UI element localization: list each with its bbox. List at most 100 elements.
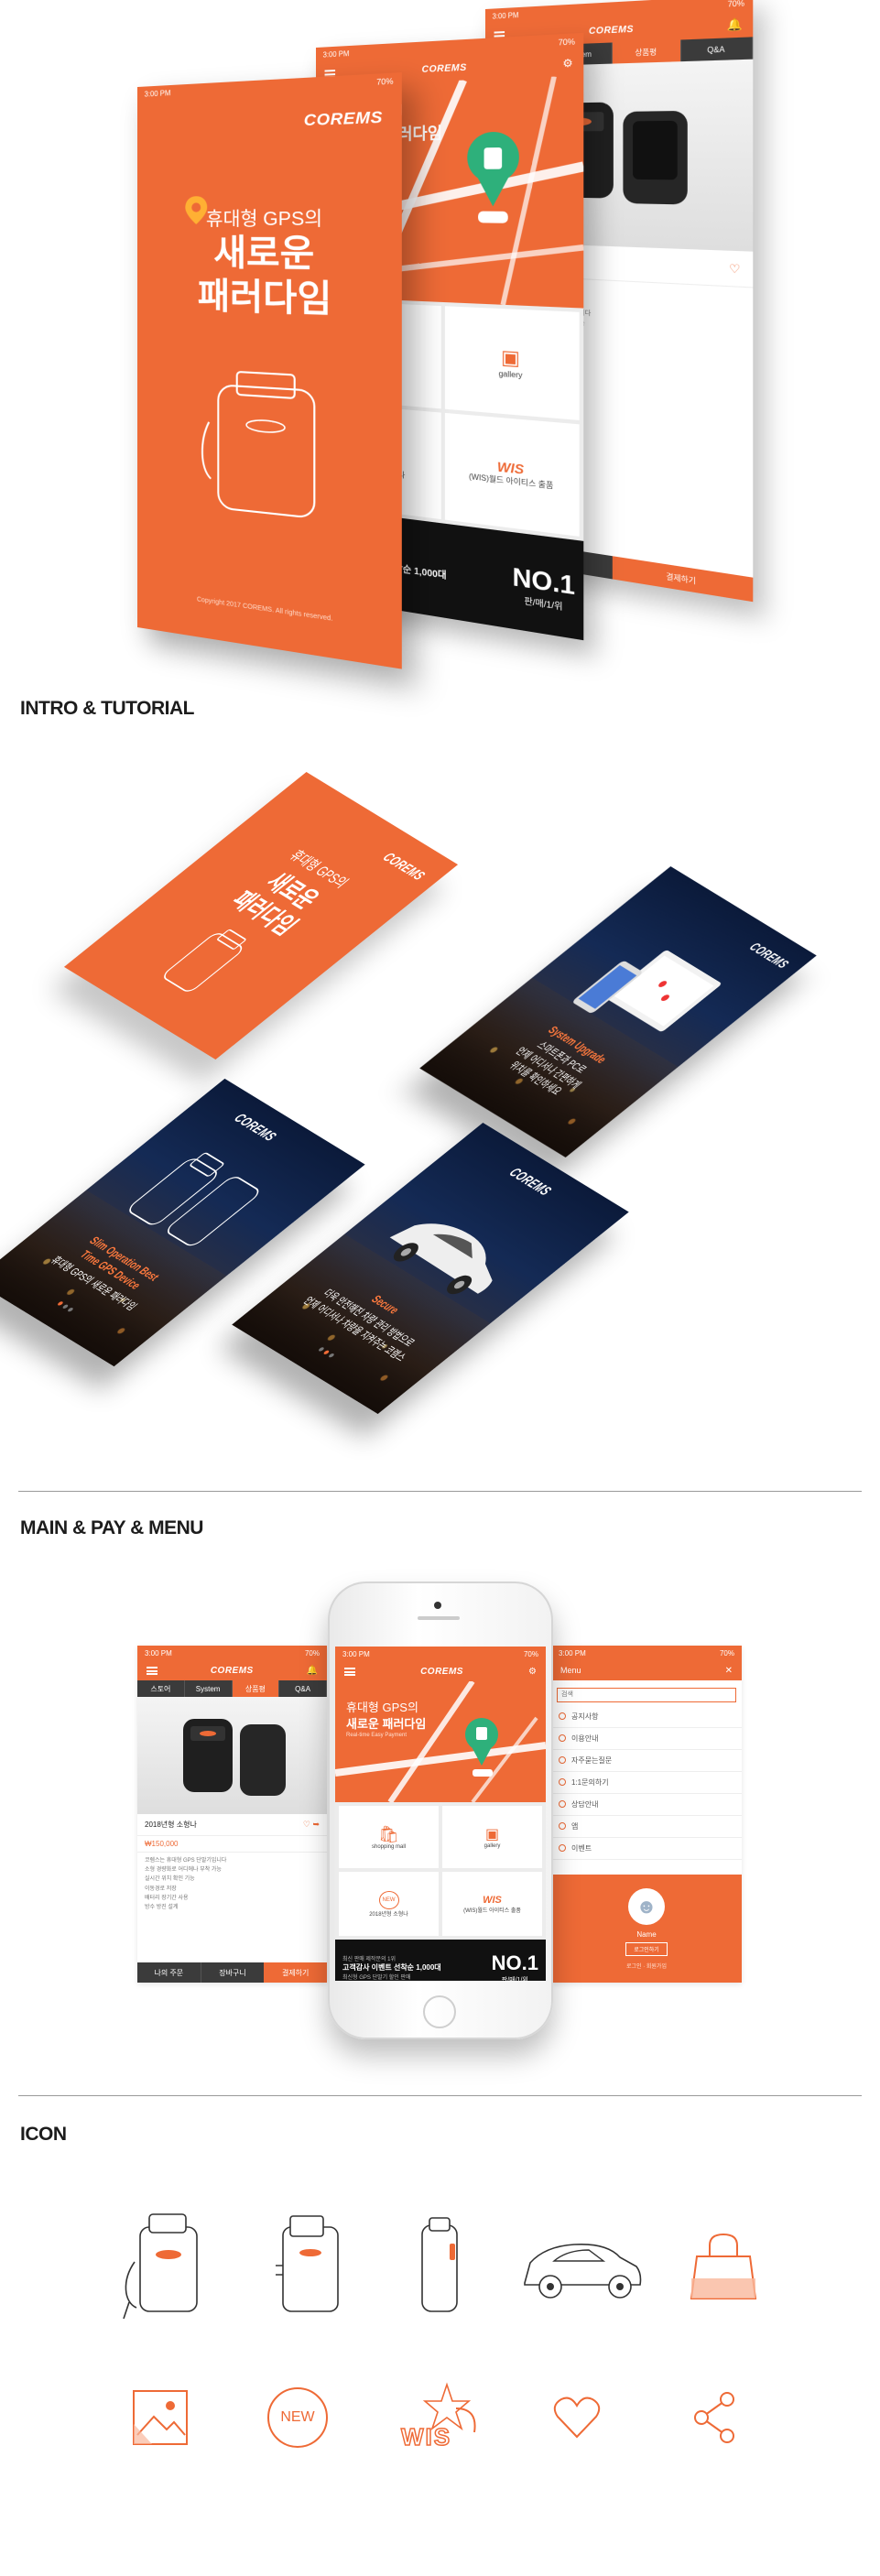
section-divider [18,1491,862,1492]
heart-icon[interactable]: ♡ [729,261,740,276]
brand-logo: COREMS [230,1110,281,1144]
menu-grid: 🛍 shopping mall ▣ gallery NEW 2018년형 소형나… [335,1802,546,1940]
battery-text: 70% [304,1648,320,1658]
bell-icon[interactable]: 🔔 [307,1666,318,1676]
gear-icon[interactable]: ⚙ [562,56,572,70]
tile-wis[interactable]: WIS (WIS)월드 아이티스 출품 [442,1872,542,1936]
time-text: 3:00 PM [322,49,350,60]
pay-product-screen: 3:00 PM 70% COREMS 🔔 스토어 System 상품평 Q&A … [137,1646,327,1983]
tile-label: 2018년형 소형나 [369,1911,408,1918]
status-bar: 3:00 PM 70% [551,1646,742,1660]
menu-bullet-icon [559,1756,566,1764]
gear-icon[interactable]: ⚙ [528,1667,537,1677]
time-text: 3:00 PM [342,1649,370,1658]
hamburger-icon[interactable] [147,1666,158,1675]
checkout-button[interactable]: 결제하기 [264,1962,327,1983]
wis-icon: WIS [394,2376,485,2459]
section-divider [18,2095,862,2096]
brand-logo: COREMS [588,23,635,37]
hero-tag: Real-time Easy Payment [346,1733,407,1738]
menu-bar: Menu ✕ [551,1660,742,1680]
tab-qna[interactable]: Q&A [279,1680,327,1697]
menu-footer[interactable]: 로그인 · 회원가입 [626,1962,667,1970]
car-icon [513,2198,650,2335]
menu-item[interactable]: 이용안내 [551,1727,742,1750]
product-price: ₩150,000 [145,1840,179,1848]
iphone-frame: 3:00 PM 70% COREMS ⚙ 휴대형 GPS의 새로운 패러다임 R… [328,1581,553,2039]
section-title-intro: INTRO & TUTORIAL [20,698,194,719]
tab-review[interactable]: 상품평 [232,1680,280,1697]
main-screen: 3:00 PM 70% COREMS ⚙ 휴대형 GPS의 새로운 패러다임 R… [335,1647,546,1981]
hamburger-icon[interactable] [344,1667,355,1676]
brand-logo: COREMS [379,849,429,884]
menu-item-label: 이용안내 [571,1734,599,1743]
menu-item-label: 앱 [571,1821,579,1831]
close-icon[interactable]: ✕ [725,1666,733,1676]
product-action-bar: 나의 주문 장바구니 결제하기 [137,1962,327,1983]
search-input[interactable] [557,1687,736,1702]
menu-item[interactable]: 상담안내 [551,1793,742,1816]
menu-item[interactable]: 앱 [551,1815,742,1838]
copyright-text: Copyright 2017 COREMS. All rights reserv… [196,596,333,623]
menu-item[interactable]: 1:1문의하기 [551,1771,742,1794]
product-image [137,1697,327,1814]
status-bar: 3:00 PM 70% [137,1646,327,1660]
status-bar: 3:00 PM 70% [137,72,402,102]
speaker [418,1616,460,1620]
desc-line: 소형 경량화로 어디에나 부착 가능 [145,1867,222,1874]
bag-icon: 🛍 [378,1824,399,1843]
new-badge-label: NEW [267,2387,328,2448]
camera [434,1602,441,1609]
tile-gallery[interactable]: ▣ gallery [444,306,580,420]
tile-label: (WIS)월드 아이티스 출품 [463,1908,521,1914]
product-title: 2018년형 소형나 [145,1821,197,1829]
avatar: ☻ [628,1887,665,1925]
menu-bullet-icon [559,1800,566,1808]
splash-line2: 새로운 [213,234,315,276]
menu-item-label: 이벤트 [571,1843,592,1853]
user-icon: ☻ [636,1894,657,1918]
promo-banner[interactable]: 최신 판매 제작문의 1위 고객감사 이벤트 선착순 1,000대 최신형 GP… [335,1940,546,1981]
picture-icon: ▣ [484,1827,500,1842]
time-text: 3:00 PM [492,10,519,21]
my-order-button[interactable]: 나의 주문 [137,1962,201,1983]
share-icon [682,2383,746,2452]
tab-store[interactable]: 스토어 [137,1680,185,1697]
hero-small-text: 휴대형 GPS의 [346,1701,418,1714]
app-bar: COREMS ⚙ [335,1661,546,1681]
tile-gallery[interactable]: ▣ gallery [442,1806,542,1868]
new-icon: NEW [378,1890,399,1909]
menu-item[interactable]: 이벤트 [551,1837,742,1860]
tile-shopping[interactable]: 🛍 shopping mall [339,1806,439,1868]
tile-wis[interactable]: WIS (WIS)월드 아이티스 출품 [444,412,580,537]
heart-icon[interactable]: ♡ ➥ [303,1820,320,1830]
tile-new[interactable]: NEW 2018년형 소형나 [339,1872,439,1936]
bell-icon[interactable]: 🔔 [727,17,743,32]
tab-system[interactable]: System [185,1680,233,1697]
battery-text: 70% [719,1648,734,1658]
product-tabs: 스토어 System 상품평 Q&A [137,1680,327,1697]
brand-logo: COREMS [505,1164,556,1199]
menu-bullet-icon [559,1844,566,1852]
hero-map: 휴대형 GPS의 새로운 패러다임 Real-time Easy Payment [335,1679,546,1804]
login-button[interactable]: 로그인하기 [625,1941,668,1956]
no1-text: NO.1 [491,1951,538,1974]
user-panel: ☻ Name 로그인하기 로그인 · 회원가입 [551,1875,742,1983]
tutorial-splash: COREMS 휴대형 GPS의 새로운 패러다임 [63,771,459,1060]
cart-button[interactable]: 장바구니 [201,1962,265,1983]
tab-review[interactable]: 상품평 [612,39,681,64]
tab-qna[interactable]: Q&A [680,37,754,62]
time-text: 3:00 PM [144,88,171,99]
brand-logo: COREMS [420,1666,463,1677]
banner-title: 고객감사 이벤트 선착순 1,000대 [342,1963,441,1972]
menu-item[interactable]: 자주묻는질문 [551,1749,742,1772]
desc-line: 이동경로 저장 [145,1886,177,1892]
banner-small: 최신 판매 제작문의 1위 [342,1957,397,1962]
section-title-main: MAIN & PAY & MENU [20,1517,203,1538]
brand-logo: COREMS [421,61,467,75]
home-button[interactable] [423,1995,456,2028]
heart-icon [545,2386,609,2450]
checkout-button[interactable]: 결제하기 [612,556,754,603]
menu-item[interactable]: 공지사항 [551,1705,742,1728]
tile-label: shopping mall [371,1843,407,1850]
